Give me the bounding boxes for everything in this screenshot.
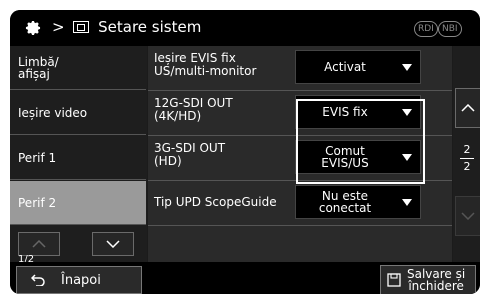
sidebar-item-label: afișaj xyxy=(18,66,50,81)
sidebar-item-label: Limbă/ xyxy=(18,54,59,69)
back-button-label: Înapoi xyxy=(61,272,101,288)
settings-screen: > Setare sistem RDI NBI Limbă/ afișaj Ie… xyxy=(10,10,480,294)
sidebar-item-video-output[interactable]: Ieșire video xyxy=(10,91,146,135)
chevron-down-icon xyxy=(461,212,475,220)
sidebar-item-label: Perif 2 xyxy=(18,195,57,210)
setting-select-12g-sdi[interactable]: EVIS fix xyxy=(295,95,421,129)
footer-bar: Înapoi Salvare și închidere xyxy=(10,262,480,294)
page-scroller: 2 2 xyxy=(453,46,480,262)
setting-value-line: EVIS fix xyxy=(322,105,368,119)
setting-label-line: Tip UPD ScopeGuide xyxy=(154,195,277,209)
rdi-indicator: RDI xyxy=(414,21,438,37)
setting-label-line: (HD) xyxy=(154,154,182,168)
sidebar-next-button[interactable] xyxy=(92,232,134,256)
breadcrumb-separator: > xyxy=(52,18,65,36)
setting-value: Comut EVIS/US xyxy=(296,141,394,173)
scroll-up-button[interactable] xyxy=(455,88,480,128)
dropdown-arrow-icon xyxy=(394,186,420,218)
chevron-up-icon xyxy=(32,240,46,248)
monitor-icon xyxy=(73,20,90,33)
setting-label: Tip UPD ScopeGuide xyxy=(154,196,294,209)
scroll-down-button[interactable] xyxy=(455,196,480,236)
setting-label-line: US/multi-monitor xyxy=(154,64,257,78)
page-indicator: 2 2 xyxy=(455,144,479,173)
sidebar-item-label: Ieșire video xyxy=(18,105,88,120)
save-and-close-button[interactable]: Salvare și închidere xyxy=(380,265,476,294)
setting-label: Ieșire EVIS fix US/multi-monitor xyxy=(154,52,294,78)
setting-value: Activat xyxy=(296,51,394,83)
dropdown-arrow-icon xyxy=(394,141,420,173)
gear-icon xyxy=(25,20,41,36)
breadcrumb: > Setare sistem xyxy=(48,18,201,36)
setting-label: 3G-SDI OUT (HD) xyxy=(154,142,294,168)
back-button[interactable]: Înapoi xyxy=(16,266,142,294)
sidebar-prev-button[interactable] xyxy=(18,232,60,256)
setting-select-evis-fix[interactable]: Activat xyxy=(295,50,421,84)
page-total: 2 xyxy=(463,160,471,173)
setting-value: Nu este conectat xyxy=(296,186,394,218)
setting-value-line: conectat xyxy=(318,201,372,215)
sidebar-item-label: Perif 1 xyxy=(18,150,57,165)
setting-row-3g-sdi: 3G-SDI OUT (HD) Comut EVIS/US xyxy=(148,136,452,181)
setting-value: EVIS fix xyxy=(296,96,394,128)
setting-value-line: Activat xyxy=(324,60,366,74)
setting-row-12g-sdi: 12G-SDI OUT (4K/HD) EVIS fix xyxy=(148,91,452,136)
chevron-down-icon xyxy=(106,240,120,248)
setting-label-line: (4K/HD) xyxy=(154,109,202,123)
setting-label: 12G-SDI OUT (4K/HD) xyxy=(154,97,294,123)
setting-select-3g-sdi[interactable]: Comut EVIS/US xyxy=(295,140,421,174)
chevron-up-icon xyxy=(461,104,475,112)
dropdown-arrow-icon xyxy=(394,51,420,83)
dropdown-arrow-icon xyxy=(394,96,420,128)
sidebar: Limbă/ afișaj Ieșire video Perif 1 Perif… xyxy=(10,46,147,265)
page-current: 2 xyxy=(463,143,471,156)
setting-select-upd-scopeguide[interactable]: Nu este conectat xyxy=(295,185,421,219)
setting-value-line: EVIS/US xyxy=(321,156,369,170)
settings-list: Ieșire EVIS fix US/multi-monitor Activat… xyxy=(148,46,452,262)
setting-row-upd-scopeguide: Tip UPD ScopeGuide Nu este conectat xyxy=(148,181,452,226)
page-title: Setare sistem xyxy=(98,18,202,36)
setting-row-evis-fix: Ieșire EVIS fix US/multi-monitor Activat xyxy=(148,46,452,91)
sidebar-item-language[interactable]: Limbă/ afișaj xyxy=(10,46,146,90)
save-icon xyxy=(387,273,401,287)
back-arrow-icon xyxy=(31,274,45,286)
sidebar-item-peripheral-2[interactable]: Perif 2 xyxy=(10,181,146,225)
sidebar-item-peripheral-1[interactable]: Perif 1 xyxy=(10,136,146,180)
nbi-indicator: NBI xyxy=(438,21,462,37)
title-bar: > Setare sistem RDI NBI xyxy=(10,10,480,46)
save-button-label: închidere xyxy=(408,279,464,293)
